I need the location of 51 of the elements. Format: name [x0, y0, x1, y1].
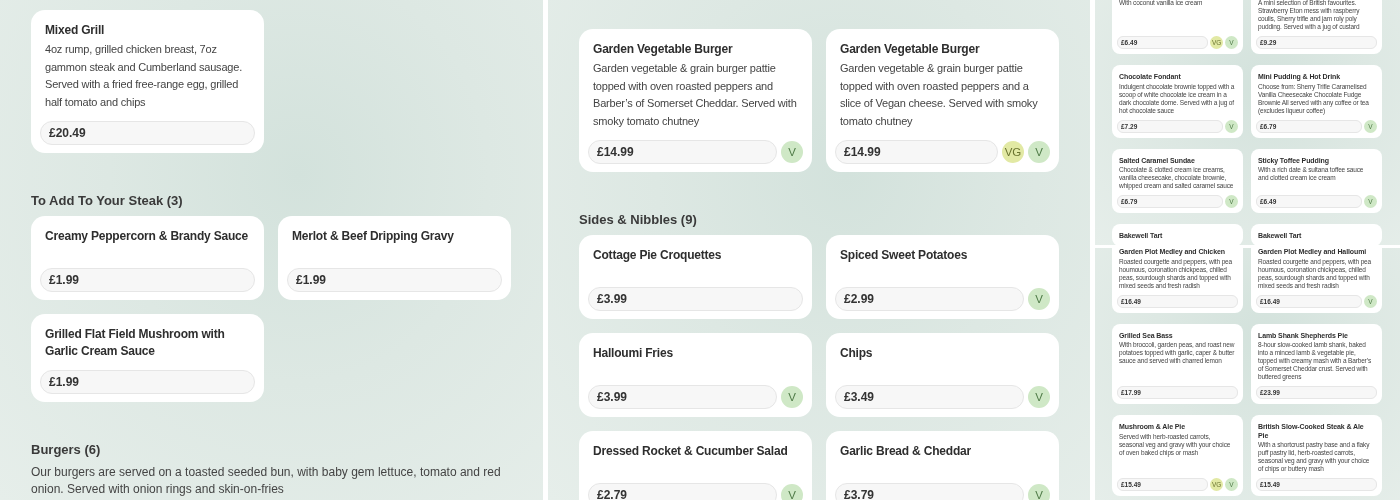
menu-card[interactable]: Chips £3.49 V [826, 333, 1059, 417]
dish-name: Dressed Rocket & Cucumber Salad [592, 443, 789, 460]
menu-card[interactable]: Creamy Peppercorn & Brandy Sauce £1.99 [31, 216, 264, 300]
vegan-badge: VG [1002, 141, 1024, 163]
menu-card[interactable]: Garden Vegetable Burger Garden vegetable & grain burger pattie topped with oven roasted peppers and a slice of Vegan cheese. Served with smoky tomato chutney £14.99 VG V [826, 29, 1059, 172]
dish-name: Garlic Bread & Cheddar [839, 443, 972, 460]
menu-card[interactable]: Garden Vegetable Burger Garden vegetable & grain burger pattie topped with oven roasted peppers and Barber’s of Somerset Cheddar. Served with smoky tomato chutney £14.99 V [579, 29, 812, 172]
price-tag: £3.49 [835, 385, 1024, 409]
vegetarian-badge: V [781, 386, 803, 408]
section-heading: Burgers (6) [31, 442, 102, 457]
menu-card[interactable]: Halloumi Fries £3.99 V [579, 333, 812, 417]
dish-name: Creamy Peppercorn & Brandy Sauce [44, 228, 249, 245]
dish-name: Garden Vegetable Burger [839, 41, 981, 58]
dish-name: Spiced Sweet Potatoes [839, 247, 969, 264]
vegetarian-badge: V [1028, 484, 1050, 500]
dish-description: 4oz rump, grilled chicken breast, 7oz gammon steak and Cumberland sausage. Served with a fried free-range egg, grilled half tomato and chips [44, 42, 244, 110]
price-tag: £2.99 [835, 287, 1024, 311]
menu-card[interactable]: Dressed Rocket & Cucumber Salad £2.79 V [579, 431, 812, 500]
menu-card[interactable]: Garlic Bread & Cheddar £3.79 V [826, 431, 1059, 500]
menu-card[interactable]: Spiced Sweet Potatoes £2.99 V [826, 235, 1059, 319]
vegetarian-badge: V [781, 141, 803, 163]
section-heading: To Add To Your Steak (3) [31, 193, 184, 208]
dish-name: Garden Vegetable Burger [592, 41, 734, 58]
vegetarian-badge: V [1028, 288, 1050, 310]
price-tag: £1.99 [40, 370, 255, 394]
price-tag: £3.99 [588, 287, 803, 311]
price-tag: £20.49 [40, 121, 255, 145]
vegetarian-badge: V [1028, 386, 1050, 408]
price-tag: £14.99 [588, 140, 777, 164]
dish-name: Cottage Pie Croquettes [592, 247, 723, 264]
dish-description: Garden vegetable & grain burger pattie topped with oven roasted peppers and a slice of Vegan cheese. Served with smoky tomato chutney [839, 61, 1039, 129]
price-tag: £3.79 [835, 483, 1024, 500]
section-note: Our burgers are served on a toasted seeded bun, with baby gem lettuce, tomato and red onion. Served with onion rings and skin-on-fries [31, 464, 501, 498]
vegetarian-badge: V [1028, 141, 1050, 163]
dish-description: Garden vegetable & grain burger pattie topped with oven roasted peppers and Barber’s of Somerset Cheddar. Served with smoky tomato chutney [592, 61, 798, 129]
price-tag: £1.99 [40, 268, 255, 292]
dish-name: Halloumi Fries [592, 345, 674, 362]
price-tag: £14.99 [835, 140, 998, 164]
menu-card[interactable]: Merlot & Beef Dripping Gravy £1.99 [278, 216, 511, 300]
price-tag: £3.99 [588, 385, 777, 409]
menu-card[interactable]: Cottage Pie Croquettes £3.99 [579, 235, 812, 319]
menu-card[interactable]: Mixed Grill 4oz rump, grilled chicken breast, 7oz gammon steak and Cumberland sausage. Served with a fried free-range egg, grilled half tomato and chips £20.49 [31, 10, 264, 153]
dish-name: Chips [839, 345, 874, 362]
dish-name: Merlot & Beef Dripping Gravy [291, 228, 455, 245]
vegetarian-badge: V [781, 484, 803, 500]
price-tag: £1.99 [287, 268, 502, 292]
dish-name: Mixed Grill [44, 22, 106, 39]
price-tag: £2.79 [588, 483, 777, 500]
section-heading: Sides & Nibbles (9) [579, 212, 698, 227]
dish-name: Grilled Flat Field Mushroom with Garlic Cream Sauce [44, 326, 226, 360]
menu-card[interactable]: Grilled Flat Field Mushroom with Garlic Cream Sauce £1.99 [31, 314, 264, 402]
